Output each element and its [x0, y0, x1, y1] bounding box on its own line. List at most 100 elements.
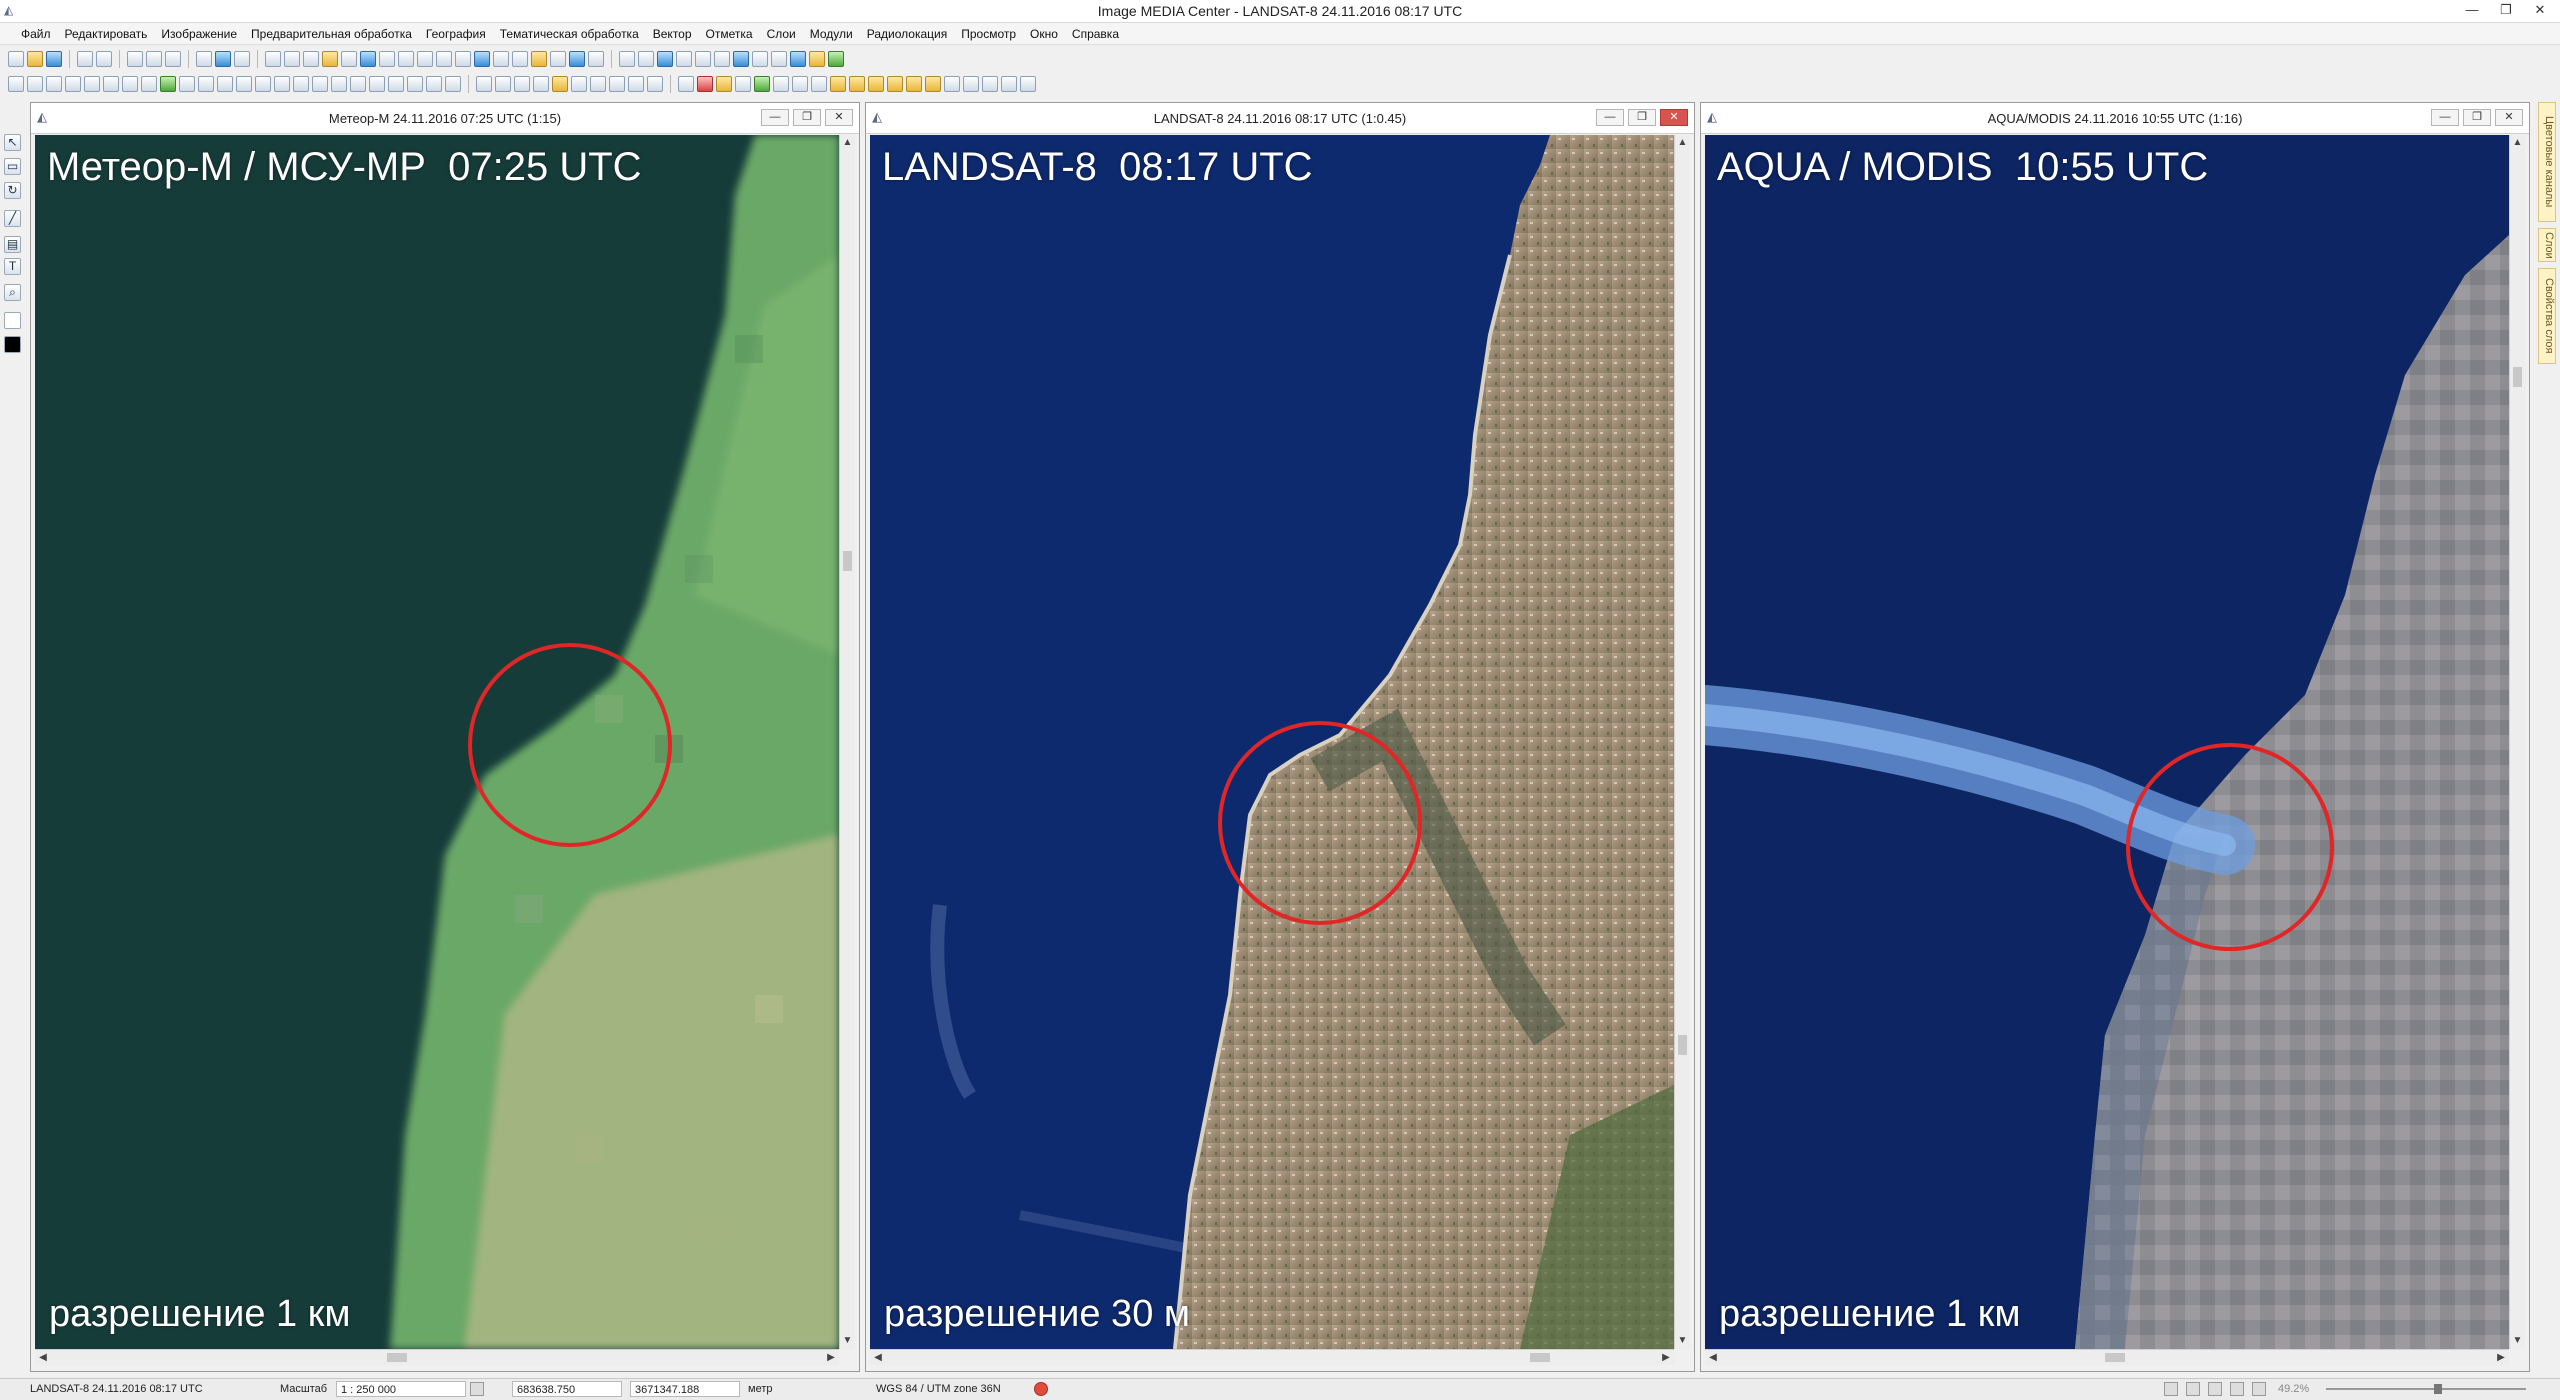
tab-layers[interactable]: Слои: [2538, 228, 2556, 262]
mosaic-icon[interactable]: [695, 51, 711, 67]
view-mode-icon[interactable]: [2164, 1382, 2178, 1396]
magnifier-icon[interactable]: [550, 51, 566, 67]
image-window-landsat[interactable]: ◭ LANDSAT-8 24.11.2016 08:17 UTC (1:0.45…: [865, 102, 1695, 1372]
line-tool-icon[interactable]: ╱: [4, 210, 21, 227]
eraser-icon[interactable]: [735, 76, 751, 92]
mask-icon[interactable]: [714, 51, 730, 67]
lock-icon[interactable]: [426, 76, 442, 92]
menu-window[interactable]: Окно: [1023, 27, 1065, 41]
grid-icon[interactable]: [398, 51, 414, 67]
window-title-bar[interactable]: ◭ LANDSAT-8 24.11.2016 08:17 UTC (1:0.45…: [866, 103, 1694, 134]
distribute-icon[interactable]: [350, 76, 366, 92]
attribute-icon[interactable]: [514, 76, 530, 92]
paste-icon[interactable]: [165, 51, 181, 67]
window-restore-button[interactable]: ❐: [793, 109, 821, 126]
scale-icon[interactable]: [407, 76, 423, 92]
symbol-icon[interactable]: [571, 76, 587, 92]
rotate-tool-icon[interactable]: ↻: [4, 182, 21, 199]
scroll-down-arrow-icon[interactable]: ▼: [1675, 1333, 1690, 1349]
diamond-shape-icon[interactable]: [849, 76, 865, 92]
rect-select-icon[interactable]: [27, 76, 43, 92]
star-shape-icon[interactable]: [944, 76, 960, 92]
cut-icon[interactable]: [127, 51, 143, 67]
rect-tool-icon[interactable]: ▭: [4, 158, 21, 175]
split-icon[interactable]: [274, 76, 290, 92]
import-icon[interactable]: [647, 76, 663, 92]
scroll-thumb[interactable]: [843, 551, 852, 571]
measure-icon[interactable]: [982, 76, 998, 92]
vertical-scrollbar[interactable]: ▲ ▼: [2509, 135, 2525, 1349]
brush-icon[interactable]: [809, 51, 825, 67]
settings-icon[interactable]: [1020, 76, 1036, 92]
doc-icon[interactable]: [476, 76, 492, 92]
zoom-icon[interactable]: [303, 51, 319, 67]
lasso-icon[interactable]: [284, 51, 300, 67]
scroll-up-arrow-icon[interactable]: ▲: [2510, 135, 2525, 151]
scroll-thumb[interactable]: [2513, 367, 2522, 387]
scroll-thumb[interactable]: [387, 1353, 407, 1362]
undo-icon[interactable]: [77, 51, 93, 67]
copy-layer-icon[interactable]: [678, 76, 694, 92]
scroll-thumb[interactable]: [1678, 1035, 1687, 1055]
image-viewport[interactable]: AQUA / MODIS 10:55 UTC разрешение 1 км: [1705, 135, 2509, 1349]
arc-icon[interactable]: [811, 76, 827, 92]
magnet-icon[interactable]: [1034, 1382, 1048, 1396]
triangle-shape-icon[interactable]: [925, 76, 941, 92]
crosshair-icon[interactable]: [676, 51, 692, 67]
window-restore-button[interactable]: ❐: [2463, 109, 2491, 126]
highlight-icon[interactable]: [531, 51, 547, 67]
menu-modules[interactable]: Модули: [803, 27, 860, 41]
save-icon[interactable]: [46, 51, 62, 67]
export-icon[interactable]: [628, 76, 644, 92]
window-title-bar[interactable]: ◭ AQUA/MODIS 24.11.2016 10:55 UTC (1:16)…: [1701, 103, 2529, 134]
pin-icon[interactable]: [773, 76, 789, 92]
window-close-button[interactable]: ✕: [1660, 109, 1688, 126]
tab-layer-properties[interactable]: Свойства слоя: [2538, 268, 2556, 364]
menu-mark[interactable]: Отметка: [699, 27, 760, 41]
redo-icon[interactable]: [96, 51, 112, 67]
marker-icon[interactable]: [697, 76, 713, 92]
palette-icon[interactable]: [828, 51, 844, 67]
stamp-icon[interactable]: [963, 76, 979, 92]
copy-icon[interactable]: [146, 51, 162, 67]
pan-hand-icon[interactable]: [322, 51, 338, 67]
cloud-shape-icon[interactable]: [122, 76, 138, 92]
arrow-shape-icon[interactable]: [868, 76, 884, 92]
node-edit-icon[interactable]: [198, 76, 214, 92]
magic-wand-icon[interactable]: [141, 76, 157, 92]
horizontal-scrollbar[interactable]: ◀ ▶: [1705, 1349, 2509, 1365]
zoom-slider[interactable]: [2326, 1384, 2526, 1394]
scroll-down-arrow-icon[interactable]: ▼: [840, 1333, 855, 1349]
minimize-button[interactable]: —: [2458, 1, 2486, 19]
image-viewport[interactable]: Метеор-М / МСУ-МР 07:25 UTC разрешение 1…: [35, 135, 839, 1349]
status-projection[interactable]: WGS 84 / UTM zone 36N: [872, 1381, 1032, 1397]
scroll-right-arrow-icon[interactable]: ▶: [823, 1350, 839, 1365]
window-close-button[interactable]: ✕: [2495, 109, 2523, 126]
frame-icon[interactable]: [638, 51, 654, 67]
scroll-left-arrow-icon[interactable]: ◀: [1705, 1350, 1721, 1365]
menu-vector[interactable]: Вектор: [646, 27, 699, 41]
ellipse-shape-icon[interactable]: [906, 76, 922, 92]
help-icon[interactable]: [215, 51, 231, 67]
vertical-scrollbar[interactable]: ▲ ▼: [1674, 135, 1690, 1349]
circle-shape-icon[interactable]: [887, 76, 903, 92]
flip-icon[interactable]: [388, 76, 404, 92]
scale-select[interactable]: 1 : 250 000: [336, 1381, 466, 1397]
split-vertical-icon[interactable]: [436, 51, 452, 67]
text-style-icon[interactable]: [609, 76, 625, 92]
table-icon[interactable]: [495, 76, 511, 92]
window-minimize-button[interactable]: —: [761, 109, 789, 126]
checkmark-icon[interactable]: [754, 76, 770, 92]
histogram-icon[interactable]: [733, 51, 749, 67]
menu-file[interactable]: Файл: [14, 27, 58, 41]
menu-edit[interactable]: Редактировать: [58, 27, 155, 41]
scroll-thumb[interactable]: [2105, 1353, 2125, 1362]
horizontal-scrollbar[interactable]: ◀ ▶: [870, 1349, 1674, 1365]
zoom-window-icon[interactable]: [360, 51, 376, 67]
scroll-up-arrow-icon[interactable]: ▲: [840, 135, 855, 151]
menu-preprocessing[interactable]: Предварительная обработка: [244, 27, 419, 41]
window-title-bar[interactable]: ◭ Метеор-М 24.11.2016 07:25 UTC (1:15) —…: [31, 103, 859, 134]
tile-icon[interactable]: [455, 51, 471, 67]
refresh-icon[interactable]: [474, 51, 490, 67]
actual-size-icon[interactable]: [2208, 1382, 2222, 1396]
